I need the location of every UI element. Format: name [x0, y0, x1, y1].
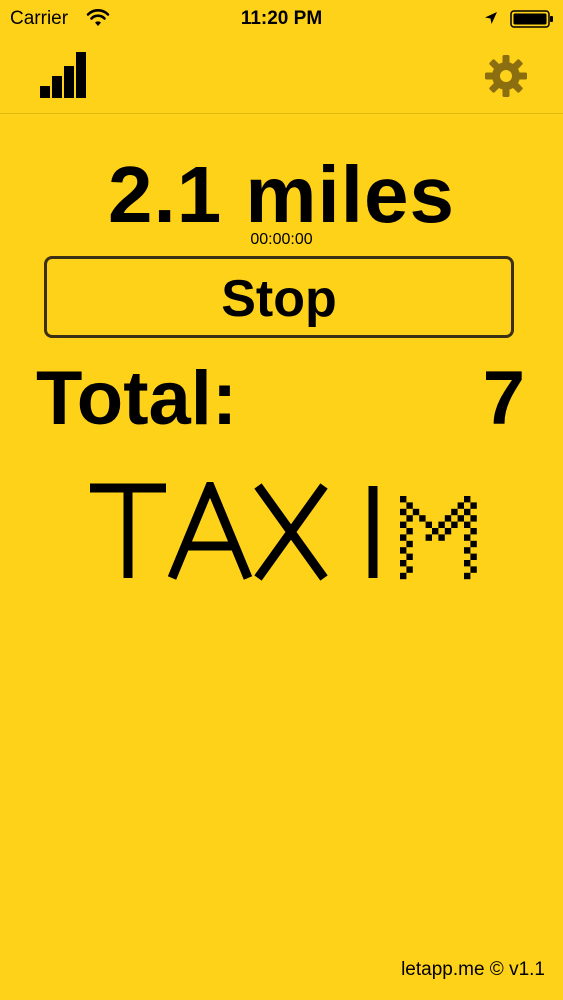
total-value: 7 — [482, 356, 525, 441]
stats-icon — [40, 52, 86, 98]
checker-square — [451, 521, 458, 528]
checker-square — [470, 528, 477, 535]
checker-square — [400, 572, 407, 580]
status-bar: Carrier 11:20 PM — [0, 0, 563, 40]
checker-square — [425, 521, 432, 528]
checker-square — [400, 547, 407, 554]
checker-square — [464, 496, 471, 503]
trip-timer: 00:00:00 — [250, 231, 313, 248]
checker-square — [464, 534, 471, 541]
checker-square — [470, 540, 477, 548]
checker-square — [464, 560, 471, 567]
checker-square — [412, 508, 420, 516]
stop-button[interactable]: Stop — [44, 256, 514, 338]
checker-square — [400, 560, 407, 567]
total-label: Total: — [36, 356, 238, 441]
checker-square — [400, 521, 407, 528]
checker-square — [438, 521, 445, 528]
checker-square — [470, 553, 477, 560]
location-icon — [485, 12, 497, 24]
checker-square — [406, 515, 413, 522]
checker-square — [457, 515, 464, 522]
checker-square — [464, 521, 471, 528]
battery-icon — [510, 10, 553, 28]
checker-square — [400, 534, 407, 541]
footer-credit: letapp.me © v1.1 — [401, 959, 545, 980]
checker-square — [432, 528, 439, 535]
checker-square — [406, 502, 413, 509]
checker-square — [464, 572, 471, 580]
checker-square — [400, 496, 407, 503]
taxim-logo — [90, 482, 477, 581]
checker-square — [457, 502, 464, 509]
checker-square — [425, 534, 432, 541]
checker-square — [470, 566, 477, 573]
gear-icon — [485, 55, 527, 97]
checker-square — [444, 515, 452, 522]
checker-square — [406, 553, 413, 560]
checker-square — [406, 528, 413, 535]
checker-square — [451, 508, 458, 516]
distance-readout: 2.1 miles — [107, 150, 455, 239]
settings-button[interactable] — [484, 54, 528, 98]
stats-button[interactable] — [38, 50, 90, 100]
checker-square — [464, 547, 471, 554]
checker-square — [438, 534, 445, 541]
checker-square — [419, 515, 426, 522]
checker-square — [470, 502, 477, 509]
checker-square — [464, 508, 471, 516]
checker-square — [444, 528, 452, 535]
checker-square — [470, 515, 477, 522]
toolbar — [0, 40, 563, 114]
checker-square — [406, 540, 413, 548]
checker-square — [400, 508, 407, 516]
checker-square — [406, 566, 413, 573]
status-time: 11:20 PM — [240, 8, 323, 29]
